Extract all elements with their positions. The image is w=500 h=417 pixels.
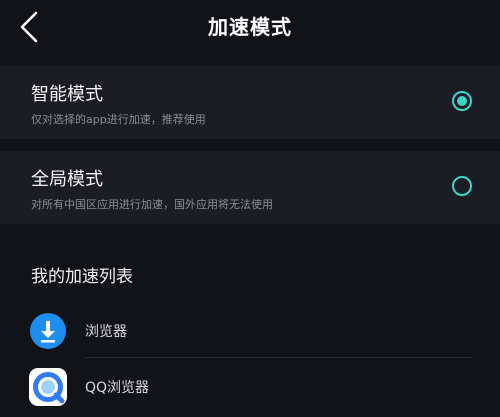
radio-selected[interactable] xyxy=(452,91,472,111)
app-name: QQ浏览器 xyxy=(85,380,150,396)
mode-description: 仅对选择的app进行加速，推荐使用 xyxy=(31,113,206,126)
app-name: 浏览器 xyxy=(85,324,127,340)
mode-title: 智能模式 xyxy=(31,84,103,105)
qq-browser-icon xyxy=(29,368,67,406)
accel-list-title: 我的加速列表 xyxy=(31,267,133,287)
radio-dot xyxy=(457,96,467,106)
radio-unselected[interactable] xyxy=(452,176,472,196)
mode-title: 全局模式 xyxy=(31,169,103,190)
screen: 加速模式 智能模式 仅对选择的app进行加速，推荐使用 全局模式 对所有中国区应… xyxy=(0,0,500,417)
browser-download-icon xyxy=(30,313,66,349)
mode-option-smart[interactable]: 智能模式 仅对选择的app进行加速，推荐使用 xyxy=(0,66,500,139)
divider xyxy=(85,357,472,358)
page-title: 加速模式 xyxy=(208,15,292,39)
app-item-qq-browser[interactable]: QQ浏览器 xyxy=(0,360,500,415)
header: 加速模式 xyxy=(0,0,500,56)
mode-description: 对所有中国区应用进行加速，国外应用将无法使用 xyxy=(31,198,273,211)
app-item-browser[interactable]: 浏览器 xyxy=(0,304,500,359)
mode-option-global[interactable]: 全局模式 对所有中国区应用进行加速，国外应用将无法使用 xyxy=(0,151,500,224)
